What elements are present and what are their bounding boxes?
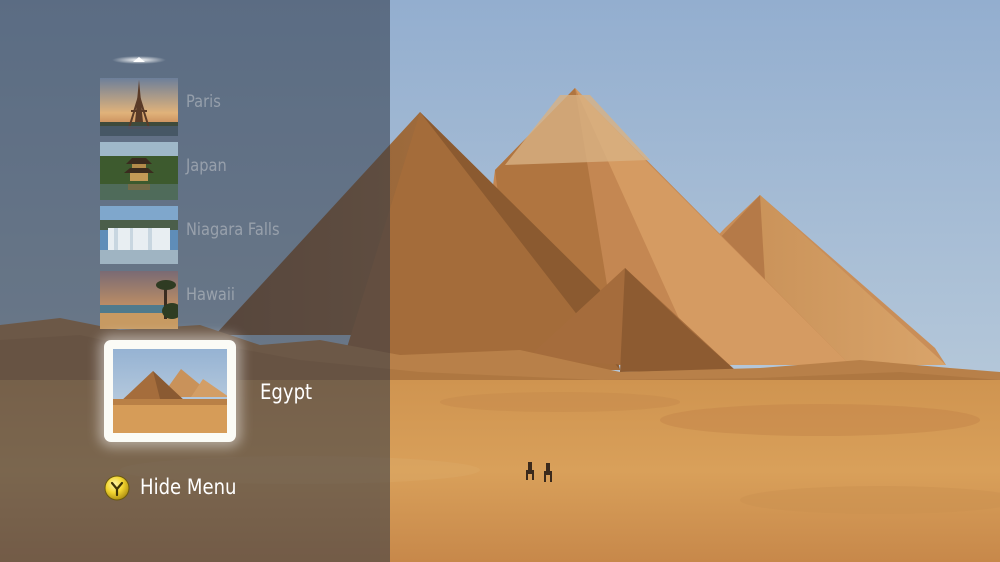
menu-item-label: Niagara Falls <box>186 220 280 240</box>
scroll-up-indicator[interactable] <box>112 56 166 64</box>
eiffel-tower-icon <box>100 78 178 136</box>
menu-item-egypt-selected[interactable] <box>104 340 236 442</box>
waterfall-icon <box>100 206 178 264</box>
selected-item-label: Egypt <box>260 380 313 404</box>
menu-item-label: Hawaii <box>186 285 235 305</box>
pyramids-icon <box>113 349 227 433</box>
hide-menu-label: Hide Menu <box>140 475 237 499</box>
menu-item-label: Paris <box>186 92 221 112</box>
japanese-temple-icon <box>100 142 178 200</box>
tropical-beach-icon <box>100 271 178 329</box>
menu-item-label: Japan <box>186 156 227 176</box>
hide-menu-button[interactable]: Hide Menu <box>104 474 244 502</box>
y-button-icon <box>104 475 130 501</box>
